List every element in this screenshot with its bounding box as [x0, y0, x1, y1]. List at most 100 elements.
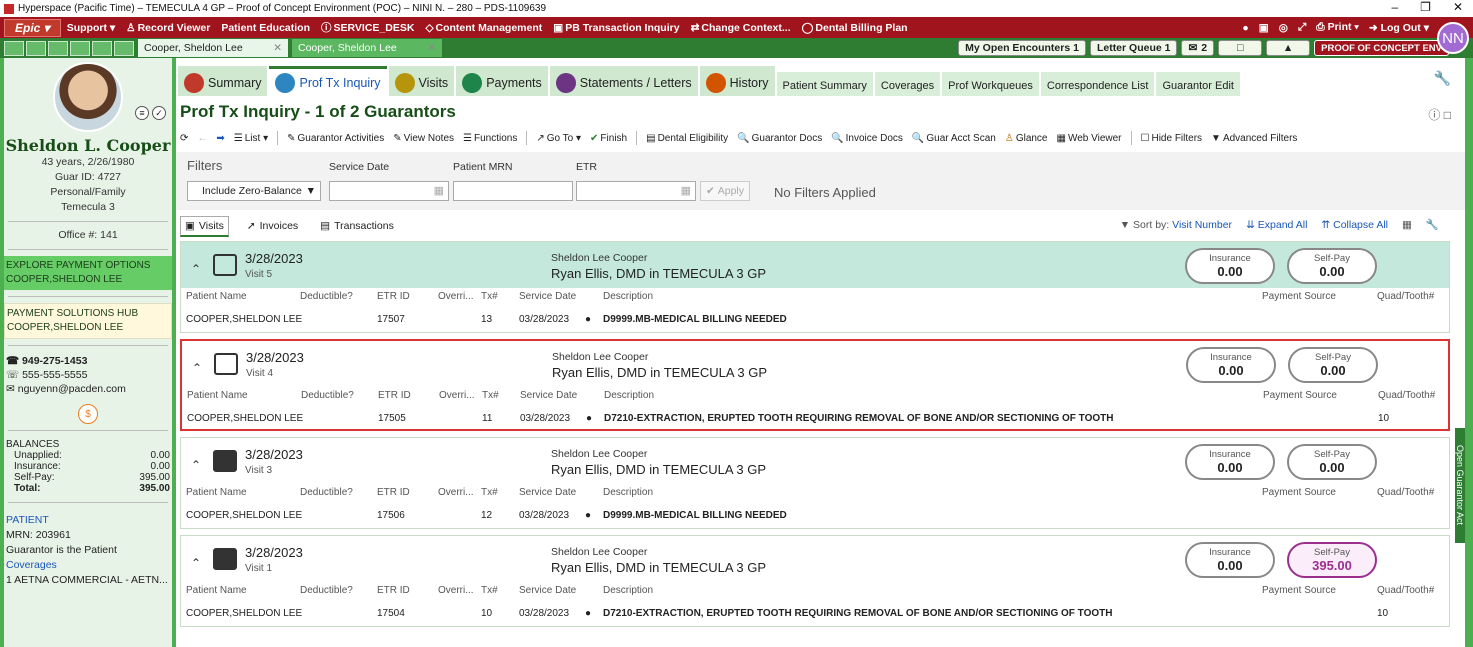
- coverages-link[interactable]: Coverages: [6, 558, 170, 573]
- column-header[interactable]: Overri...: [439, 390, 475, 401]
- activity-tab-8[interactable]: Prof Workqueues: [942, 72, 1039, 96]
- column-header[interactable]: Service Date: [519, 487, 576, 498]
- secure-chat-icon[interactable]: ▣: [1259, 22, 1269, 34]
- close-tab-icon[interactable]: ✕: [273, 42, 282, 54]
- patient-tab-active[interactable]: Cooper, Sheldon Lee ✕: [138, 39, 288, 57]
- chart-icon[interactable]: [48, 40, 68, 56]
- logout-button[interactable]: ➜ Log Out ▾: [1369, 22, 1429, 34]
- letter-queue-button[interactable]: Letter Queue 1: [1089, 40, 1178, 56]
- dental-eligibility-button[interactable]: ▤ Dental Eligibility: [646, 133, 728, 144]
- visit-card[interactable]: ⌃ 3/28/2023 Visit 5 Sheldon Lee Cooper Ryan …: [180, 241, 1450, 333]
- selfpay-balance[interactable]: Self-Pay 0.00: [1288, 347, 1378, 383]
- print-button[interactable]: ⎙ Print ▾: [1316, 21, 1359, 34]
- column-header[interactable]: Tx#: [481, 291, 498, 302]
- column-header[interactable]: Overri...: [438, 585, 474, 596]
- close-tab-icon[interactable]: ✕: [427, 42, 436, 54]
- insurance-balance[interactable]: Insurance 0.00: [1185, 444, 1275, 480]
- selfpay-balance[interactable]: Self-Pay 0.00: [1287, 248, 1377, 284]
- column-header[interactable]: Deductible?: [300, 291, 353, 302]
- schedule-icon[interactable]: [92, 40, 112, 56]
- tab-visits[interactable]: ▣ Visits: [180, 215, 229, 237]
- sort-value[interactable]: Visit Number: [1172, 219, 1232, 231]
- expand-icon[interactable]: ⤢: [1298, 21, 1306, 34]
- export-icon[interactable]: ▦: [1402, 219, 1412, 231]
- column-header[interactable]: Service Date: [520, 390, 577, 401]
- close-button[interactable]: ✕: [1453, 0, 1463, 14]
- column-header[interactable]: Description: [603, 487, 653, 498]
- chat-button[interactable]: □: [1218, 40, 1263, 56]
- notifications-button[interactable]: ▲: [1266, 40, 1311, 56]
- activity-tab-10[interactable]: Guarantor Edit: [1156, 72, 1240, 96]
- column-header[interactable]: Description: [604, 390, 654, 401]
- selfpay-balance[interactable]: Self-Pay 395.00: [1287, 542, 1377, 578]
- guar-acct-scan-button[interactable]: 🔍 Guar Acct Scan: [912, 133, 996, 144]
- collapse-chevron-icon[interactable]: ⌃: [192, 361, 202, 375]
- collapse-chevron-icon[interactable]: ⌃: [191, 556, 201, 570]
- collapse-chevron-icon[interactable]: ⌃: [191, 458, 201, 472]
- column-header[interactable]: Service Date: [519, 585, 576, 596]
- visit-card[interactable]: ⌃ 3/28/2023 Visit 3 Sheldon Lee Cooper Ryan …: [180, 437, 1450, 529]
- forward-arrow-icon[interactable]: ➡: [216, 133, 224, 144]
- column-header[interactable]: ETR ID: [377, 487, 410, 498]
- functions-button[interactable]: ☰ Functions: [463, 133, 517, 144]
- insurance-balance[interactable]: Insurance 0.00: [1185, 248, 1275, 284]
- menu-support[interactable]: Support ▾: [67, 22, 115, 34]
- column-header[interactable]: Tx#: [482, 390, 499, 401]
- column-header[interactable]: Description: [603, 585, 653, 596]
- menu-record-viewer[interactable]: ♙ Record Viewer: [126, 22, 210, 34]
- visit-header[interactable]: ⌃ 3/28/2023 Visit 1 Sheldon Lee Cooper Ryan …: [181, 536, 1449, 582]
- apply-button[interactable]: ✔ Apply: [700, 181, 750, 201]
- calculator-icon[interactable]: [114, 40, 134, 56]
- activity-tab-4[interactable]: Statements / Letters: [549, 66, 698, 96]
- tab-transactions[interactable]: ▤ Transactions: [316, 217, 398, 235]
- column-header[interactable]: Quad/Tooth#: [1377, 291, 1434, 302]
- column-header[interactable]: Overri...: [438, 487, 474, 498]
- minimize-button[interactable]: –: [1391, 0, 1398, 14]
- column-header[interactable]: Tx#: [481, 487, 498, 498]
- refresh-icon[interactable]: ⟳: [180, 133, 188, 144]
- home-icon[interactable]: [4, 40, 24, 56]
- column-header[interactable]: Patient Name: [186, 585, 247, 596]
- service-date-input[interactable]: ▦: [329, 181, 449, 201]
- back-arrow-icon[interactable]: ←: [197, 133, 207, 144]
- invoice-docs-button[interactable]: 🔍 Invoice Docs: [831, 133, 903, 144]
- column-header[interactable]: Payment Source: [1262, 487, 1336, 498]
- visit-card[interactable]: ⌃ 3/28/2023 Visit 4 Sheldon Lee Cooper Ryan …: [180, 339, 1450, 431]
- patient-mrn-input[interactable]: [453, 181, 573, 201]
- goto-button[interactable]: ↗ Go To ▾: [536, 133, 581, 144]
- menu-service-desk[interactable]: ⓘ SERVICE_DESK: [321, 20, 414, 35]
- column-header[interactable]: Deductible?: [301, 390, 354, 401]
- expand-all-button[interactable]: ⇊ Expand All: [1246, 219, 1307, 231]
- menu-change-context[interactable]: ⇄ Change Context...: [691, 22, 791, 34]
- patient-section-title[interactable]: PATIENT: [6, 513, 170, 528]
- help-icon[interactable]: ⓘ □: [1428, 106, 1451, 123]
- status-dot-icon[interactable]: ●: [1242, 22, 1248, 34]
- calendar-icon[interactable]: ▦: [434, 184, 444, 197]
- visit-header[interactable]: ⌃ 3/28/2023 Visit 5 Sheldon Lee Cooper Ryan …: [181, 242, 1449, 288]
- column-header[interactable]: Description: [603, 291, 653, 302]
- column-header[interactable]: Deductible?: [300, 487, 353, 498]
- list-button[interactable]: ☰ List ▾: [234, 133, 268, 144]
- visit-header[interactable]: ⌃ 3/28/2023 Visit 3 Sheldon Lee Cooper Ryan …: [181, 438, 1449, 484]
- notes-icon[interactable]: ≡: [135, 106, 149, 120]
- activity-tab-2[interactable]: Visits: [388, 66, 455, 96]
- activity-tab-5[interactable]: History: [699, 66, 775, 96]
- finish-button[interactable]: ✔ Finish: [590, 133, 627, 144]
- column-header[interactable]: ETR ID: [378, 390, 411, 401]
- glance-button[interactable]: ♙ Glance: [1005, 133, 1048, 144]
- column-header[interactable]: Quad/Tooth#: [1377, 487, 1434, 498]
- calendar-icon[interactable]: ▦: [681, 184, 691, 197]
- checklist-icon[interactable]: ✓: [152, 106, 166, 120]
- selfpay-balance[interactable]: Self-Pay 0.00: [1287, 444, 1377, 480]
- hide-filters-checkbox[interactable]: ☐ Hide Filters: [1141, 133, 1203, 144]
- activity-tab-6[interactable]: Patient Summary: [776, 72, 873, 96]
- menu-dental-billing-plan[interactable]: ◯ Dental Billing Plan: [802, 22, 908, 34]
- collapse-all-button[interactable]: ⇈ Collapse All: [1321, 219, 1388, 231]
- column-header[interactable]: Patient Name: [187, 390, 248, 401]
- zero-balance-dropdown[interactable]: Include Zero-Balance ▼: [187, 181, 321, 201]
- my-open-encounters-button[interactable]: My Open Encounters 1: [958, 40, 1086, 56]
- column-header[interactable]: Overri...: [438, 291, 474, 302]
- wrench-icon[interactable]: 🔧: [1426, 218, 1439, 231]
- menu-content-management[interactable]: ◇ Content Management: [425, 22, 542, 34]
- payment-coin-icon[interactable]: $: [78, 404, 98, 424]
